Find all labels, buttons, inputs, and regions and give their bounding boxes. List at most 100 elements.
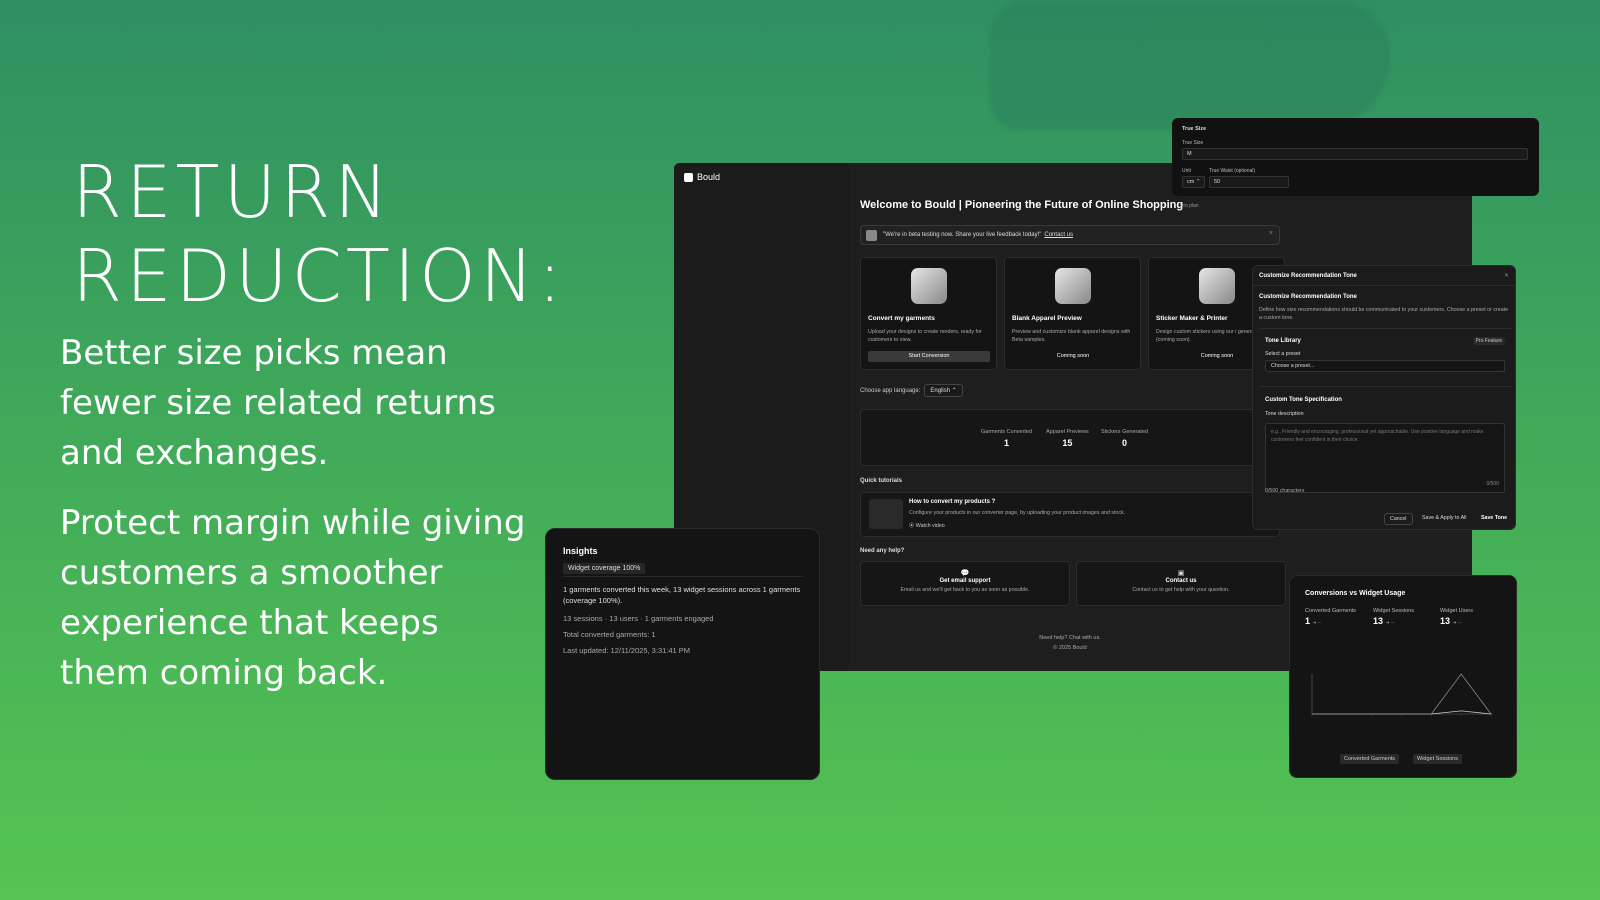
tone-description-textarea[interactable]: e.g., Friendly and encouraging, professi… [1265, 423, 1505, 493]
save-apply-all-button[interactable]: Save & Apply to All [1417, 513, 1471, 523]
insights-panel: Insights Widget coverage 100% 1 garments… [545, 528, 820, 780]
stat-value: 15 [1062, 438, 1073, 448]
language-label: Choose app language: [860, 387, 921, 394]
tutorial-title: How to convert my products ? [909, 499, 996, 505]
chat-icon: 💬 [960, 570, 970, 577]
stat-garments: Garments Converted 1 [981, 429, 1032, 448]
apparel-logo-icon [1054, 268, 1091, 304]
close-icon[interactable]: × [1269, 230, 1273, 237]
contact-icon: ▣ [1177, 570, 1185, 577]
hero-title: RETURN REDUCTION: [72, 150, 566, 318]
info-icon [866, 230, 877, 241]
stat-stickers: Stickers Generated 0 [1101, 429, 1148, 448]
line-chart [1311, 673, 1493, 716]
feature-card-convert: Convert my garments Upload your designs … [860, 257, 997, 370]
legend-converted[interactable]: Converted Garments [1340, 754, 1400, 764]
stat-value: 0 [1122, 438, 1128, 448]
video-thumbnail[interactable] [869, 499, 903, 529]
copyright: © 2025 Bould [1053, 645, 1087, 651]
unit-label: Unit [1182, 168, 1191, 174]
metric-users: Widget Users 13 ➜ – [1440, 607, 1500, 626]
page-title: Welcome to Bould | Pioneering the Future… [860, 199, 1184, 211]
insights-summary: 1 garments converted this week, 13 widge… [563, 585, 801, 605]
tone-description: Define how size recommendations should b… [1259, 307, 1509, 321]
help-title: Get email support [939, 578, 991, 584]
coverage-badge: Widget coverage 100% [563, 563, 646, 574]
trend-indicator: ➜ – [1312, 620, 1321, 626]
email-support-card[interactable]: 💬 Get email support Email us and we'll g… [860, 561, 1070, 606]
size-label: True Size [1182, 140, 1204, 146]
bould-logo-icon [684, 172, 693, 182]
stat-label: Garments Converted [981, 429, 1033, 435]
background-map-shape [990, 0, 1390, 130]
stat-previews: Apparel Previews 15 [1046, 429, 1089, 448]
help-description: Contact us to get help with your questio… [1132, 587, 1230, 593]
preset-label: Select a preset [1265, 351, 1301, 357]
tone-title: Customize Recommendation Tone [1259, 294, 1357, 300]
beta-banner: "We're in beta testing now. Share your l… [860, 225, 1280, 245]
contact-card[interactable]: ▣ Contact us Contact us to get help with… [1076, 561, 1286, 606]
insights-total: Total converted garments: 1 [563, 630, 656, 639]
metric-sessions: Widget Sessions 13 ➜ – [1373, 607, 1433, 626]
coming-soon-label: Coming soon [1056, 353, 1090, 359]
start-conversion-button[interactable]: Start Conversion [868, 351, 990, 362]
garment-logo-icon [910, 268, 947, 304]
close-icon[interactable]: ✕ [1504, 272, 1509, 279]
watch-video-link[interactable]: ⦿ Watch video [909, 521, 945, 529]
tone-description-label: Tone description [1265, 411, 1304, 417]
help-title: Contact us [1165, 578, 1197, 584]
legend-sessions[interactable]: Widget Sessions [1413, 754, 1462, 764]
dialog-header: Customize Recommendation Tone ✕ [1253, 266, 1515, 286]
metric-value: 13 ➜ – [1440, 616, 1461, 626]
metric-value: 1 ➜ – [1305, 616, 1321, 626]
textarea-placeholder: e.g., Friendly and encouraging, professi… [1271, 429, 1484, 443]
trend-indicator: ➜ – [1452, 620, 1461, 626]
stat-label: Apparel Previews [1046, 429, 1089, 435]
hero-paragraph-1: Better size picks mean fewer size relate… [60, 333, 496, 473]
insights-updated: Last updated: 12/11/2025, 3:31:41 PM [563, 646, 691, 655]
chart-title: Conversions vs Widget Usage [1305, 590, 1406, 597]
trend-indicator: ➜ – [1385, 620, 1394, 626]
card-title: Convert my garments [868, 315, 935, 322]
feature-card-apparel: Blank Apparel Preview Preview and custom… [1004, 257, 1141, 370]
card-title: Blank Apparel Preview [1012, 315, 1082, 322]
divider [563, 576, 803, 577]
insights-title: Insights [563, 546, 598, 556]
custom-tone-heading: Custom Tone Specification [1265, 397, 1342, 403]
metric-label: Converted Garments [1305, 608, 1357, 614]
contact-link[interactable]: Contact us [1044, 232, 1073, 238]
pro-feature-badge: Pro Feature [1472, 337, 1505, 345]
unit-select[interactable]: cm ⌃ [1182, 176, 1205, 188]
waist-input[interactable]: 50 [1209, 176, 1289, 188]
save-tone-button[interactable]: Save Tone [1476, 513, 1512, 523]
divider [1259, 386, 1511, 387]
stat-label: Stickers Generated [1101, 429, 1149, 435]
waist-label: True Waist (optional) [1209, 168, 1256, 174]
preset-select[interactable]: Choose a preset... [1265, 360, 1505, 372]
language-row: Choose app language: English ⌃ [860, 384, 963, 397]
tutorials-heading: Quick tutorials [860, 478, 903, 484]
stat-value: 1 [1004, 438, 1010, 448]
chat-footer-link[interactable]: Need help? Chat with us. [860, 635, 1280, 641]
dialog-title: Customize Recommendation Tone [1259, 273, 1357, 279]
cancel-button[interactable]: Cancel [1384, 513, 1413, 525]
language-select[interactable]: English ⌃ [924, 384, 963, 397]
tutorial-description: Configure your products in our converter… [909, 510, 1126, 516]
series-line-0 [1312, 710, 1492, 715]
brand[interactable]: Bould [684, 172, 720, 182]
true-size-heading: True Size [1182, 126, 1207, 132]
card-description: Preview and customize blank apparel desi… [1012, 329, 1131, 343]
hero-paragraph-2: Protect margin while giving customers a … [60, 503, 526, 693]
tone-dialog: Customize Recommendation Tone ✕ Customiz… [1252, 265, 1516, 530]
series-line-1 [1312, 673, 1492, 715]
character-count-text: 0/500 characters [1265, 488, 1305, 494]
brand-name: Bould [697, 172, 721, 182]
metric-label: Widget Users [1440, 608, 1474, 614]
tutorial-card[interactable]: How to convert my products ? Configure y… [860, 492, 1280, 537]
help-heading: Need any help? [860, 548, 905, 554]
size-select[interactable]: M [1182, 148, 1528, 160]
metric-label: Widget Sessions [1373, 608, 1414, 614]
metric-converted: Converted Garments 1 ➜ – [1305, 607, 1365, 626]
metric-value: 13 ➜ – [1373, 616, 1394, 626]
card-title: Sticker Maker & Printer [1156, 315, 1228, 322]
